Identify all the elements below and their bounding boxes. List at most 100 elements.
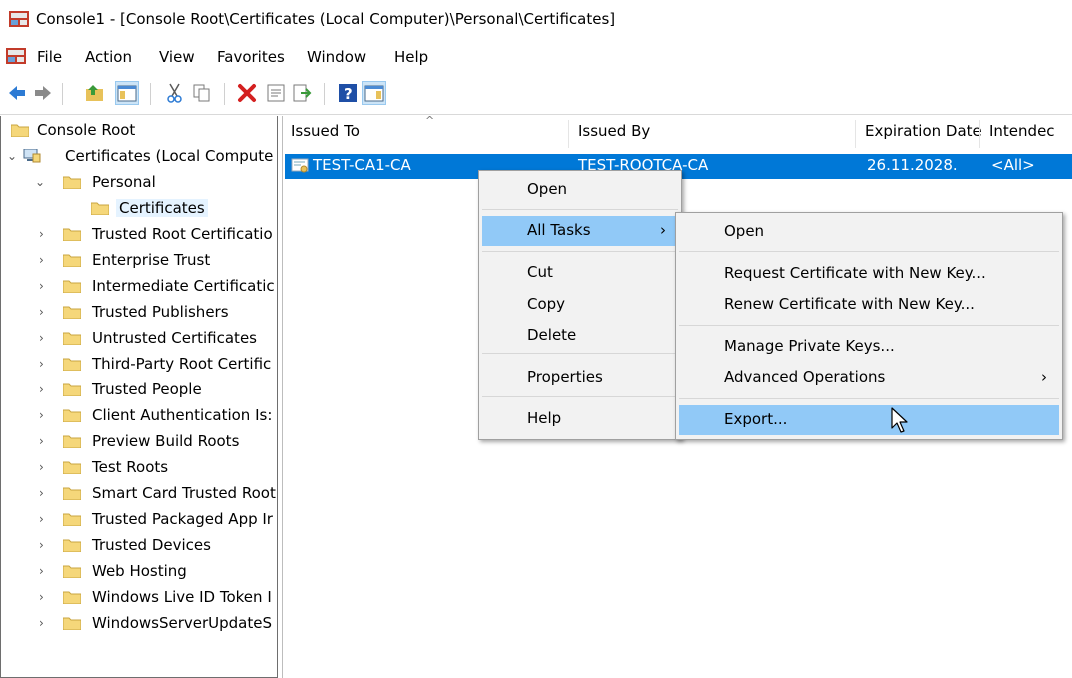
folder-icon xyxy=(63,306,81,319)
console-tree: Console Root ⌄ Certificates (Local Compu… xyxy=(0,116,278,678)
all-tasks-submenu: Open Request Certificate with New Key...… xyxy=(675,212,1063,440)
up-folder-icon[interactable] xyxy=(84,82,106,104)
submenu-item-export[interactable]: Export... xyxy=(679,405,1059,435)
chevron-right-icon[interactable]: › xyxy=(39,253,51,267)
column-expiration-date[interactable]: Expiration Date xyxy=(865,122,982,140)
folder-icon xyxy=(11,124,29,137)
chevron-right-icon[interactable]: › xyxy=(39,279,51,293)
menu-action[interactable]: Action xyxy=(85,48,132,66)
cut-icon[interactable] xyxy=(164,82,186,104)
menu-favorites[interactable]: Favorites xyxy=(217,48,285,66)
menu-window[interactable]: Window xyxy=(307,48,366,66)
column-divider[interactable] xyxy=(979,120,980,148)
chevron-right-icon[interactable]: › xyxy=(39,357,51,371)
chevron-right-icon[interactable]: › xyxy=(39,590,51,604)
menu-separator xyxy=(482,251,678,252)
chevron-down-icon[interactable]: ⌄ xyxy=(7,149,19,163)
folder-icon xyxy=(63,617,81,630)
menu-separator xyxy=(482,209,678,210)
folder-icon xyxy=(63,513,81,526)
folder-icon xyxy=(91,202,109,215)
certificate-icon xyxy=(291,158,309,173)
menu-separator xyxy=(679,251,1059,252)
action-pane-icon[interactable] xyxy=(362,81,386,105)
column-divider[interactable] xyxy=(855,120,856,148)
folder-icon xyxy=(63,539,81,552)
menu-item-cut[interactable]: Cut xyxy=(482,258,678,288)
chevron-right-icon[interactable]: › xyxy=(39,305,51,319)
toolbar-separator xyxy=(324,83,325,105)
pane-divider xyxy=(0,114,1072,115)
window-title: Console1 - [Console Root\Certificates (L… xyxy=(36,10,616,28)
column-issued-to[interactable]: Issued To xyxy=(291,122,360,140)
help-icon[interactable]: ? xyxy=(337,82,359,104)
folder-icon xyxy=(63,591,81,604)
menu-separator xyxy=(679,325,1059,326)
chevron-right-icon[interactable]: › xyxy=(39,564,51,578)
toolbar: ? xyxy=(0,80,1072,108)
toolbar-separator xyxy=(62,83,63,105)
submenu-item-manage-private-keys[interactable]: Manage Private Keys... xyxy=(679,332,1059,362)
forward-icon[interactable] xyxy=(32,82,54,104)
chevron-right-icon[interactable]: › xyxy=(39,616,51,630)
context-menu: Open All Tasks › Cut Copy Delete Propert… xyxy=(478,170,682,440)
folder-icon xyxy=(63,435,81,449)
back-icon[interactable] xyxy=(6,82,28,104)
menu-separator xyxy=(482,396,678,397)
chevron-right-icon[interactable]: › xyxy=(39,460,51,474)
mouse-pointer-icon xyxy=(891,407,908,433)
menu-item-help[interactable]: Help xyxy=(482,404,678,434)
chevron-right-icon[interactable]: › xyxy=(39,538,51,552)
svg-text:?: ? xyxy=(344,85,353,103)
folder-icon xyxy=(63,176,81,189)
menu-separator xyxy=(482,353,678,354)
cell-issued-to: TEST-CA1-CA xyxy=(313,156,411,174)
sort-ascending-icon: ^ xyxy=(425,116,435,127)
title-bar: Console1 - [Console Root\Certificates (L… xyxy=(0,0,1072,38)
submenu-item-open[interactable]: Open xyxy=(679,217,1059,247)
chevron-right-icon[interactable]: › xyxy=(39,512,51,526)
copy-icon[interactable] xyxy=(191,82,213,104)
chevron-right-icon: › xyxy=(660,221,666,239)
folder-icon xyxy=(63,358,81,371)
folder-icon xyxy=(63,461,81,475)
folder-icon xyxy=(63,254,81,267)
menu-view[interactable]: View xyxy=(159,48,195,66)
menu-help[interactable]: Help xyxy=(394,48,428,66)
chevron-right-icon[interactable]: › xyxy=(39,408,51,422)
folder-icon xyxy=(63,565,81,578)
mmc-console-icon[interactable] xyxy=(5,47,27,65)
toolbar-separator xyxy=(150,83,151,105)
folder-icon xyxy=(63,409,81,423)
toolbar-separator xyxy=(224,83,225,105)
column-issued-by[interactable]: Issued By xyxy=(578,122,650,140)
chevron-right-icon[interactable]: › xyxy=(39,486,51,500)
cell-expiration-date: 26.11.2028. xyxy=(867,156,958,174)
chevron-right-icon: › xyxy=(1041,368,1047,386)
properties-icon[interactable] xyxy=(265,82,287,104)
menu-item-copy[interactable]: Copy xyxy=(482,290,678,320)
chevron-right-icon[interactable]: › xyxy=(39,434,51,448)
show-hide-tree-icon[interactable] xyxy=(115,81,139,105)
chevron-right-icon[interactable]: › xyxy=(39,382,51,396)
menu-item-delete[interactable]: Delete xyxy=(482,321,678,351)
column-intended-purposes[interactable]: Intendec xyxy=(989,122,1055,140)
folder-icon xyxy=(63,228,81,241)
chevron-right-icon[interactable]: › xyxy=(39,227,51,241)
folder-icon xyxy=(63,383,81,397)
column-divider[interactable] xyxy=(568,120,569,148)
chevron-down-icon[interactable]: ⌄ xyxy=(35,175,47,189)
certificates-snapin-icon xyxy=(23,149,41,163)
submenu-item-request-certificate[interactable]: Request Certificate with New Key... xyxy=(679,259,1059,289)
submenu-item-renew-certificate[interactable]: Renew Certificate with New Key... xyxy=(679,290,1059,320)
menu-item-open[interactable]: Open xyxy=(482,175,678,205)
menu-bar: File Action View Favorites Window Help xyxy=(0,44,1072,72)
delete-icon[interactable] xyxy=(236,82,258,104)
menu-file[interactable]: File xyxy=(37,48,62,66)
menu-item-all-tasks[interactable]: All Tasks › xyxy=(482,216,678,246)
menu-item-properties[interactable]: Properties xyxy=(482,363,678,393)
mmc-console-icon xyxy=(9,11,29,27)
export-list-icon[interactable] xyxy=(291,82,313,104)
submenu-item-advanced-operations[interactable]: Advanced Operations › xyxy=(679,363,1059,393)
chevron-right-icon[interactable]: › xyxy=(39,331,51,345)
